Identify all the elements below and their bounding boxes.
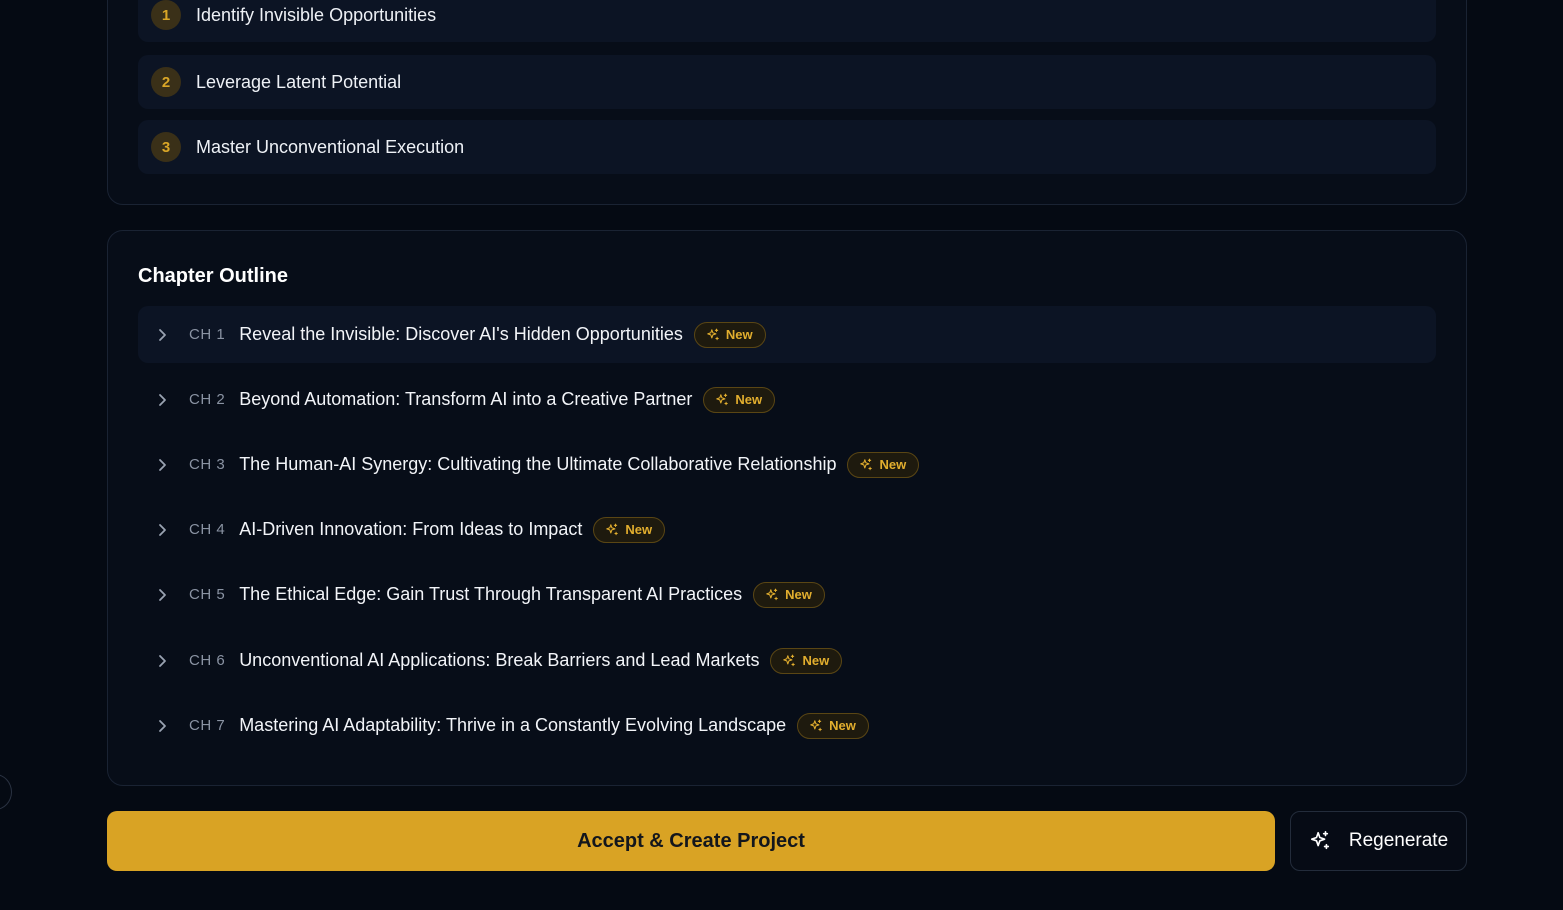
chevron-right-icon[interactable] <box>155 718 171 734</box>
outcome-number: 1 <box>151 0 181 30</box>
chapter-number: CH 2 <box>189 391 226 408</box>
accept-button-label: Accept & Create Project <box>577 829 805 852</box>
chapter-title: Reveal the Invisible: Discover AI's Hidd… <box>239 324 683 344</box>
chevron-right-icon[interactable] <box>155 522 171 538</box>
page: 1 Identify Invisible Opportunities 2 Lev… <box>0 0 1563 910</box>
chapter-number: CH 1 <box>189 326 226 343</box>
badge-label: New <box>735 392 763 407</box>
chapter-number: CH 3 <box>189 456 226 473</box>
chapter-row-3[interactable]: CH 3 The Human-AI Synergy: Cultivating t… <box>138 436 1436 493</box>
sparkles-icon <box>766 588 778 600</box>
chapter-outline-card: Chapter Outline CH 1 Reveal the Invisibl… <box>107 230 1467 786</box>
outcome-item: 1 Identify Invisible Opportunities <box>138 0 1436 42</box>
chapter-outline-title: Chapter Outline <box>138 265 289 287</box>
chapter-row-4[interactable]: CH 4 AI-Driven Innovation: From Ideas to… <box>138 501 1436 558</box>
chevron-right-icon[interactable] <box>155 653 171 669</box>
new-badge: New <box>593 516 666 543</box>
outcome-text: Leverage Latent Potential <box>196 71 402 92</box>
badge-label: New <box>802 653 830 668</box>
chapter-title: AI-Driven Innovation: From Ideas to Impa… <box>239 519 583 539</box>
outcome-item: 3 Master Unconventional Execution <box>138 120 1436 174</box>
new-badge: New <box>847 451 920 478</box>
chapter-row-1[interactable]: CH 1 Reveal the Invisible: Discover AI's… <box>138 306 1436 363</box>
badge-label: New <box>829 718 856 733</box>
outcome-text: Identify Invisible Opportunities <box>196 4 437 25</box>
chapter-row-6[interactable]: CH 6 Unconventional AI Applications: Bre… <box>138 632 1436 689</box>
accept-create-project-button[interactable]: Accept & Create Project <box>107 811 1275 871</box>
outcome-number: 2 <box>151 67 181 97</box>
sparkles-icon <box>716 393 729 405</box>
sparkles-icon <box>606 523 619 535</box>
new-badge: New <box>770 647 843 674</box>
new-badge: New <box>797 712 869 739</box>
sparkles-icon <box>860 458 873 470</box>
chapter-number: CH 7 <box>189 717 226 734</box>
sparkles-icon <box>810 719 822 731</box>
new-badge: New <box>693 321 766 348</box>
chevron-right-icon[interactable] <box>155 327 171 343</box>
outcome-item: 2 Leverage Latent Potential <box>138 55 1436 109</box>
chevron-right-icon[interactable] <box>155 587 171 603</box>
chevron-right-icon[interactable] <box>155 392 171 408</box>
chapter-title: The Human-AI Synergy: Cultivating the Ul… <box>239 454 837 474</box>
chapter-row-2[interactable]: CH 2 Beyond Automation: Transform AI int… <box>138 371 1436 428</box>
outcome-number: 3 <box>151 132 181 162</box>
sparkles-icon <box>707 328 719 340</box>
regenerate-button-label: Regenerate <box>1348 830 1449 851</box>
chapter-title: Mastering AI Adaptability: Thrive in a C… <box>239 715 787 735</box>
chapter-row-5[interactable]: CH 5 The Ethical Edge: Gain Trust Throug… <box>138 566 1436 623</box>
sparkles-icon <box>783 654 796 666</box>
new-badge: New <box>703 386 776 413</box>
badge-label: New <box>879 457 907 472</box>
chapter-row-7[interactable]: CH 7 Mastering AI Adaptability: Thrive i… <box>138 697 1436 754</box>
outcome-text: Master Unconventional Execution <box>196 136 465 157</box>
chevron-right-icon[interactable] <box>155 457 171 473</box>
badge-label: New <box>785 587 812 602</box>
chapter-number: CH 4 <box>189 521 226 538</box>
chapter-number: CH 6 <box>189 652 226 669</box>
outcomes-card: 1 Identify Invisible Opportunities 2 Lev… <box>107 0 1467 205</box>
regenerate-button[interactable]: Regenerate <box>1290 811 1467 871</box>
chapter-title: Beyond Automation: Transform AI into a C… <box>239 389 693 409</box>
badge-label: New <box>625 522 653 537</box>
chapter-title: Unconventional AI Applications: Break Ba… <box>239 650 760 670</box>
sparkles-icon <box>1310 831 1329 850</box>
chapter-number: CH 5 <box>189 586 226 603</box>
sidebar-toggle[interactable] <box>0 774 12 810</box>
badge-label: New <box>725 327 753 342</box>
chapter-title: The Ethical Edge: Gain Trust Through Tra… <box>239 584 743 604</box>
new-badge: New <box>753 581 825 608</box>
